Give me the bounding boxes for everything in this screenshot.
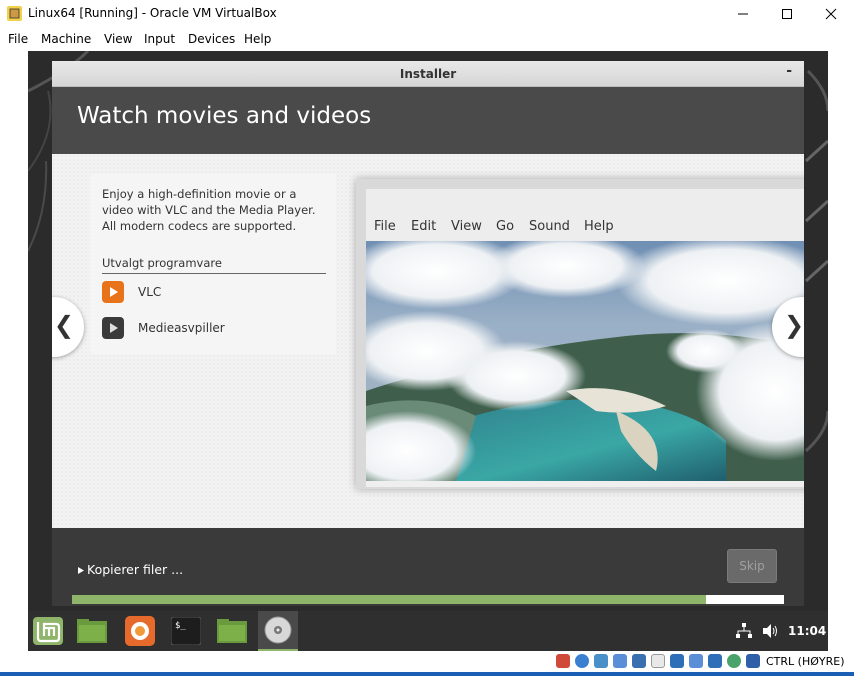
files-launcher[interactable] [212,611,252,651]
minimize-window-button[interactable] [720,0,766,28]
host-taskbar-edge [0,672,854,676]
app-row-vlc: VLC [102,281,161,303]
firefox-icon [125,616,155,646]
panel-clock[interactable]: 11:04 [788,624,826,638]
installer-titlebar: Installer - [52,61,804,87]
host-margin-left [0,51,28,651]
optical-drive-status-icon[interactable] [575,654,589,668]
minimize-icon [738,13,748,15]
vm-screen[interactable]: Installer - Watch movies and videos Enjo… [28,51,828,651]
chevron-left-icon: ❮ [53,311,74,339]
recording-status-icon[interactable] [689,654,703,668]
media-player-icon [102,317,124,339]
show-desktop-button[interactable] [72,611,112,651]
firefox-launcher[interactable] [120,611,160,651]
slide-area: Enjoy a high-definition movie or a video… [52,154,804,528]
maximize-icon [782,9,792,19]
player-menu-go: Go [496,219,515,234]
player-menu-sound: Sound [529,219,570,234]
taskbar-panel: $_ 11:04 [28,611,828,651]
previous-slide-button[interactable]: ❮ [52,297,84,357]
installer-footer: Kopierer filer ... Skip [52,528,804,606]
host-menu-devices[interactable]: Devices [188,32,235,46]
video-frame-aerial-coast [366,241,804,481]
installer-title: Installer [399,67,457,81]
vlc-icon [102,281,124,303]
host-status-bar: CTRL (HØYRE) [0,651,854,672]
linux-mint-logo-icon [33,617,63,645]
mouse-integration-status-icon[interactable] [727,654,741,668]
player-menu-view: View [451,219,482,234]
network-adapter-status-icon[interactable] [613,654,627,668]
host-menu-machine[interactable]: Machine [41,32,91,46]
description-card: Enjoy a high-definition movie or a video… [90,174,336,354]
status-text[interactable]: Kopierer filer ... [77,562,183,577]
installer-task-button[interactable] [258,611,298,651]
player-menu-help: Help [584,219,614,234]
shared-folders-status-icon[interactable] [651,654,665,668]
disc-icon [264,616,292,644]
install-progress-fill [72,595,706,604]
host-menu-file[interactable]: File [8,32,28,46]
svg-text:$_: $_ [175,621,186,631]
installer-minimize-button[interactable]: - [786,63,792,79]
close-icon [825,8,837,20]
usb-status-icon[interactable] [632,654,646,668]
app-label-media-player: Medieasvpiller [138,321,225,335]
vt-x-status-icon[interactable] [708,654,722,668]
slide-header: Watch movies and videos [52,87,804,154]
folder-icon [217,619,247,643]
virtualbox-app-icon [7,6,22,21]
host-menu-view[interactable]: View [104,32,132,46]
player-menu-file: File [374,219,396,234]
host-menu-input[interactable]: Input [144,32,175,46]
slide-headline: Watch movies and videos [77,103,372,129]
slide-description: Enjoy a high-definition movie or a video… [102,187,316,233]
hard-disk-status-icon[interactable] [556,654,570,668]
selected-software-heading: Utvalgt programvare [102,256,326,274]
player-menu-edit: Edit [411,219,437,234]
host-key-label: CTRL (HØYRE) [766,655,845,668]
network-icon[interactable] [736,623,752,639]
player-menu-bar: File Edit View Go Sound Help [366,189,804,241]
terminal-icon: $_ [171,617,201,645]
terminal-launcher[interactable]: $_ [166,611,206,651]
status-label: Kopierer filer ... [87,562,184,577]
app-label-vlc: VLC [138,285,162,299]
player-window: File Edit View Go Sound Help [366,189,804,487]
chevron-right-icon: ❯ [784,311,804,339]
maximize-window-button[interactable] [764,0,810,28]
audio-status-icon[interactable] [594,654,608,668]
keyboard-capture-status-icon[interactable] [746,654,760,668]
expander-arrow-icon [78,567,84,574]
window-titlebar: Linux64 [Running] - Oracle VM VirtualBox [0,0,854,28]
volume-icon[interactable] [762,623,778,639]
app-row-media-player: Medieasvpiller [102,317,225,339]
host-menu-bar: File Machine View Input Devices Help [0,29,854,51]
host-margin-right [828,51,854,651]
host-menu-help[interactable]: Help [244,32,271,46]
installer-window: Installer - Watch movies and videos Enjo… [52,61,804,606]
mint-menu-button[interactable] [28,611,68,651]
screenshot-media-player: File Edit View Go Sound Help [356,179,804,489]
window-title: Linux64 [Running] - Oracle VM VirtualBox [28,6,277,20]
skip-button[interactable]: Skip [727,549,777,583]
close-window-button[interactable] [808,0,854,28]
display-status-icon[interactable] [670,654,684,668]
desktop-folder-icon [77,619,107,643]
install-progress-bar [72,595,784,604]
